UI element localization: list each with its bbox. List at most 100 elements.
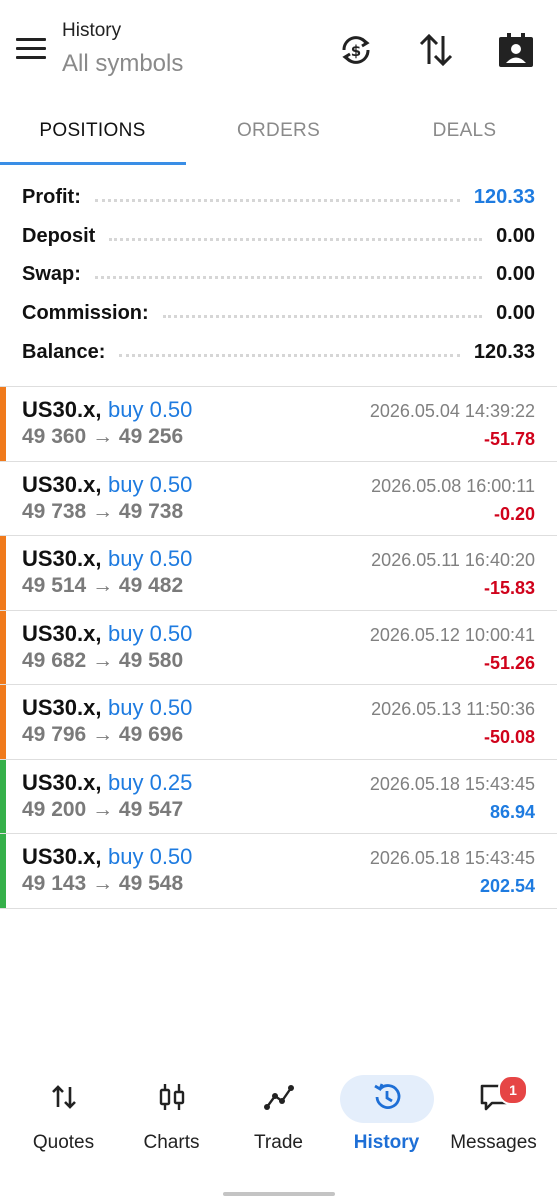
status-bar xyxy=(0,685,6,759)
position-symbol: US30.x, xyxy=(22,769,102,795)
summary-label: Swap: xyxy=(22,263,81,286)
position-datetime: 2026.05.08 16:00:11 xyxy=(371,475,535,496)
position-datetime: 2026.05.18 15:43:45 xyxy=(369,848,535,868)
position-direction: buy 0.50 xyxy=(108,471,193,497)
position-row[interactable]: US30.x, buy 0.25 49 200 → 49 547 2026.05… xyxy=(0,759,557,834)
menu-icon[interactable] xyxy=(16,38,46,60)
tab-orders[interactable]: ORDERS xyxy=(186,100,371,164)
tab-positions[interactable]: POSITIONS xyxy=(0,100,185,164)
summary-section: Profit: 120.33 Deposit 0.00 Swap: 0.00 C… xyxy=(0,178,557,371)
status-bar xyxy=(0,536,6,610)
position-symbol: US30.x, xyxy=(22,546,102,571)
position-profit: -51.78 xyxy=(483,429,535,449)
position-direction: buy 0.50 xyxy=(108,844,193,869)
position-profit: 202.54 xyxy=(479,876,535,896)
summary-value: 120.33 xyxy=(473,185,535,208)
summary-value: 120.33 xyxy=(473,340,535,363)
quotes-arrows-icon xyxy=(48,1081,80,1113)
nav-trade[interactable]: Trade xyxy=(223,1065,334,1165)
nav-label: History xyxy=(353,1132,420,1153)
status-bar xyxy=(0,834,6,908)
position-profit: 86.94 xyxy=(489,801,535,822)
bottom-navigation: Quotes Charts Trade History 1 Messages xyxy=(0,1065,557,1175)
position-symbol: US30.x, xyxy=(22,844,102,869)
summary-label: Profit: xyxy=(22,185,81,208)
status-bar xyxy=(0,462,6,536)
page-title: History xyxy=(62,20,122,41)
trade-line-icon xyxy=(263,1081,295,1113)
position-profit: -51.26 xyxy=(483,652,535,673)
summary-profit: Profit: 120.33 xyxy=(0,178,557,217)
nav-label: Messages xyxy=(450,1132,537,1153)
position-direction: buy 0.50 xyxy=(108,397,193,422)
status-bar xyxy=(0,759,6,833)
dotted-leader xyxy=(162,314,483,318)
nav-quotes[interactable]: Quotes xyxy=(8,1065,119,1165)
position-prices: 49 796 → 49 696 xyxy=(22,723,184,746)
dotted-leader xyxy=(94,276,483,280)
position-row[interactable]: US30.x, buy 0.50 49 682 → 49 580 2026.05… xyxy=(0,610,557,685)
symbol-filter[interactable]: All symbols xyxy=(62,50,183,78)
position-prices: 49 738 → 49 738 xyxy=(22,499,184,523)
position-profit: -50.08 xyxy=(483,727,535,747)
history-tabs: POSITIONS ORDERS DEALS xyxy=(0,100,557,166)
position-datetime: 2026.05.18 15:43:45 xyxy=(369,773,535,794)
position-prices: 49 360 → 49 256 xyxy=(22,425,184,448)
nav-history[interactable]: History xyxy=(331,1065,442,1165)
position-row[interactable]: US30.x, buy 0.50 49 360 → 49 256 2026.05… xyxy=(0,387,557,462)
tab-deals[interactable]: DEALS xyxy=(372,100,557,164)
summary-value: 0.00 xyxy=(496,224,535,247)
account-card-icon[interactable] xyxy=(496,30,536,70)
position-row[interactable]: US30.x, buy 0.50 49 796 → 49 696 2026.05… xyxy=(0,685,557,760)
summary-balance: Balance: 120.33 xyxy=(0,333,557,372)
summary-label: Commission: xyxy=(22,301,149,324)
svg-text:$: $ xyxy=(351,42,361,60)
position-datetime: 2026.05.11 16:40:20 xyxy=(371,550,535,570)
home-indicator xyxy=(223,1192,335,1196)
summary-swap: Swap: 0.00 xyxy=(0,255,557,294)
nav-messages[interactable]: 1 Messages xyxy=(438,1065,549,1165)
position-datetime: 2026.05.04 14:39:22 xyxy=(369,401,535,421)
dotted-leader xyxy=(94,198,460,202)
summary-label: Deposit xyxy=(22,224,96,247)
position-prices: 49 682 → 49 580 xyxy=(22,648,184,672)
summary-value: 0.00 xyxy=(496,263,535,286)
history-clock-icon xyxy=(371,1081,403,1113)
currency-exchange-icon[interactable]: $ xyxy=(336,30,376,70)
positions-list: US30.x, buy 0.50 49 360 → 49 256 2026.05… xyxy=(0,387,557,909)
position-direction: buy 0.50 xyxy=(108,546,193,571)
nav-label: Quotes xyxy=(32,1132,95,1153)
position-symbol: US30.x, xyxy=(22,695,102,720)
status-bar xyxy=(0,610,6,684)
position-profit: -0.20 xyxy=(493,503,535,524)
position-direction: buy 0.50 xyxy=(108,695,193,720)
position-profit: -15.83 xyxy=(483,578,535,598)
position-direction: buy 0.25 xyxy=(108,769,193,795)
nav-label: Charts xyxy=(143,1132,200,1153)
summary-label: Balance: xyxy=(22,340,106,363)
unread-badge: 1 xyxy=(498,1075,528,1105)
app-header: History All symbols $ xyxy=(0,0,557,100)
nav-label: Trade xyxy=(254,1132,303,1153)
position-prices: 49 200 → 49 547 xyxy=(22,797,184,821)
summary-commission: Commission: 0.00 xyxy=(0,294,557,333)
active-tab-indicator xyxy=(0,162,186,165)
position-row[interactable]: US30.x, buy 0.50 49 514 → 49 482 2026.05… xyxy=(0,536,557,611)
summary-deposit: Deposit 0.00 xyxy=(0,217,557,256)
position-symbol: US30.x, xyxy=(22,471,102,497)
dotted-leader xyxy=(119,353,460,357)
summary-value: 0.00 xyxy=(496,301,535,324)
position-direction: buy 0.50 xyxy=(108,620,193,646)
position-datetime: 2026.05.12 10:00:41 xyxy=(369,624,535,645)
dotted-leader xyxy=(109,237,483,241)
status-bar xyxy=(0,387,6,461)
position-prices: 49 143 → 49 548 xyxy=(22,872,184,895)
nav-charts[interactable]: Charts xyxy=(116,1065,227,1165)
position-datetime: 2026.05.13 11:50:36 xyxy=(371,699,535,719)
position-symbol: US30.x, xyxy=(22,620,102,646)
position-symbol: US30.x, xyxy=(22,397,102,422)
position-row[interactable]: US30.x, buy 0.50 49 143 → 49 548 2026.05… xyxy=(0,834,557,909)
position-prices: 49 514 → 49 482 xyxy=(22,574,184,597)
position-row[interactable]: US30.x, buy 0.50 49 738 → 49 738 2026.05… xyxy=(0,462,557,536)
sort-arrows-icon[interactable] xyxy=(416,30,456,70)
